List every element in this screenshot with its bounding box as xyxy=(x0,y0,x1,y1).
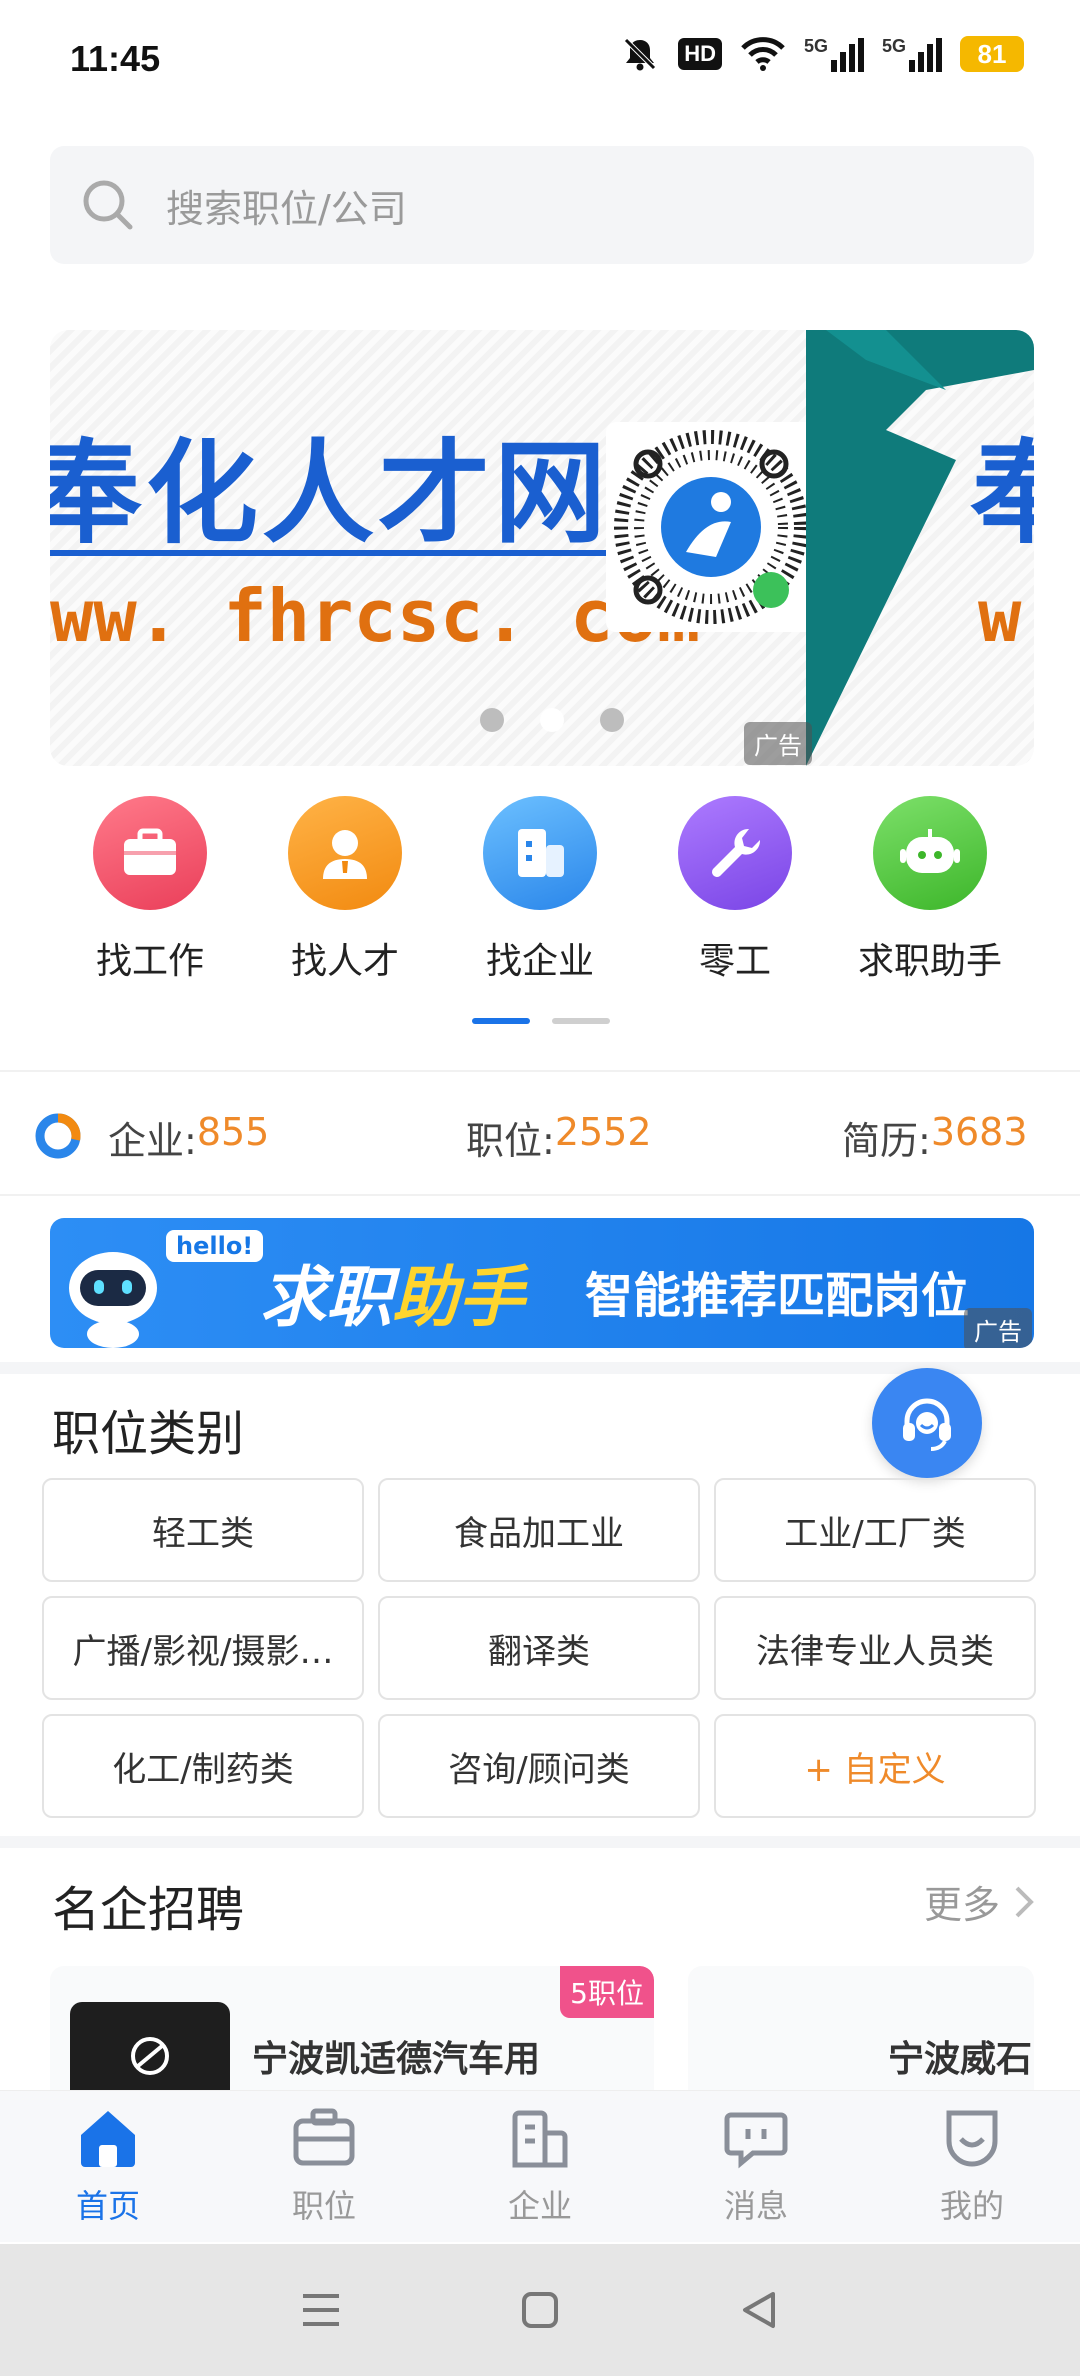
robot-icon xyxy=(900,829,960,873)
quick-nav-label: 找人才 xyxy=(290,941,399,982)
ad-tag: 广告 xyxy=(744,722,812,765)
pager-dot[interactable] xyxy=(540,708,564,732)
donut-chart-icon xyxy=(35,1113,81,1159)
category-item[interactable]: 工业/工厂类 xyxy=(714,1478,1036,1582)
profile-icon xyxy=(946,2110,998,2167)
banner-pager xyxy=(480,708,624,732)
famous-company-title: 名企招聘 xyxy=(52,1882,245,1938)
message-icon xyxy=(724,2112,788,2169)
quick-nav-gig[interactable]: 零工 xyxy=(645,796,825,986)
banner-title-repeat: 奉 xyxy=(970,428,1034,559)
ad-banner[interactable]: 奉化人才网 ww. fhrcsc. com 奉 w 广告 xyxy=(50,330,1034,766)
briefcase-icon xyxy=(124,828,176,875)
category-item[interactable]: 食品加工业 xyxy=(378,1478,700,1582)
job-assistant-banner[interactable]: hello! 求职助手 智能推荐匹配岗位 广告 xyxy=(50,1218,1034,1348)
search-placeholder: 搜索职位/公司 xyxy=(166,186,407,231)
quick-nav-label: 找企业 xyxy=(485,941,594,982)
job-category-grid: 轻工类 食品加工业 工业/工厂类 广播/影视/摄影… 翻译类 法律专业人员类 化… xyxy=(42,1478,1041,1818)
ad-tag: 广告 xyxy=(964,1308,1032,1348)
quick-nav-find-job[interactable]: 找工作 xyxy=(60,796,240,986)
section-divider xyxy=(0,1836,1080,1848)
banner-url: ww. fhrcsc. com xyxy=(50,574,701,658)
brand-logo-icon xyxy=(131,2037,169,2075)
tab-label: 职位 xyxy=(291,2187,356,2225)
job-category-title: 职位类别 xyxy=(52,1406,245,1462)
category-item[interactable]: 翻译类 xyxy=(378,1596,700,1700)
signal-icon-2: 5G xyxy=(882,36,942,72)
tab-label: 企业 xyxy=(507,2187,572,2225)
tab-companies[interactable]: 企业 xyxy=(432,2091,648,2242)
quick-nav-label: 零工 xyxy=(698,941,771,982)
category-item[interactable]: 法律专业人员类 xyxy=(714,1596,1036,1700)
mute-bell-icon xyxy=(624,38,656,71)
chevron-right-icon xyxy=(1015,1886,1034,1917)
custom-category-button[interactable]: + 自定义 xyxy=(714,1714,1036,1818)
tab-home[interactable]: 首页 xyxy=(0,2091,216,2242)
quick-nav-label: 找工作 xyxy=(95,941,204,982)
qr-code xyxy=(606,422,816,632)
menu-icon[interactable] xyxy=(301,2292,341,2328)
wifi-icon xyxy=(741,37,785,71)
status-bar: 11:45 HD 5G 5G 81 xyxy=(0,0,1080,120)
search-bar[interactable]: 搜索职位/公司 xyxy=(50,146,1034,264)
quick-nav-pager-active xyxy=(472,1018,530,1024)
tab-messages[interactable]: 消息 xyxy=(648,2091,864,2242)
signal-icon-1: 5G xyxy=(804,36,864,72)
home-icon xyxy=(81,2111,135,2167)
category-item[interactable]: 咨询/顾问类 xyxy=(378,1714,700,1818)
person-icon xyxy=(323,830,367,879)
quick-nav-find-company[interactable]: 找企业 xyxy=(450,796,630,986)
wrench-icon xyxy=(712,828,761,877)
hello-bubble: hello! xyxy=(166,1230,264,1262)
stat-jobs: 职位: 2552 xyxy=(466,1110,652,1163)
assistant-title: 求职助手 xyxy=(260,1259,524,1336)
quick-nav-assistant[interactable]: 求职助手 xyxy=(840,796,1020,986)
headset-icon xyxy=(903,1398,951,1451)
tab-label: 我的 xyxy=(939,2187,1004,2225)
system-nav-bar xyxy=(0,2244,1080,2376)
quick-nav-find-talent[interactable]: 找人才 xyxy=(255,796,435,986)
quick-nav-pager-inactive xyxy=(552,1018,610,1024)
company-card[interactable]: 宁波威石 xyxy=(688,1966,1034,2106)
customer-service-button[interactable] xyxy=(872,1368,982,1478)
home-square-icon[interactable] xyxy=(521,2291,559,2329)
category-item[interactable]: 广播/影视/摄影… xyxy=(42,1596,364,1700)
company-name: 宁波威石 xyxy=(888,2039,1033,2080)
stats-bar: 企业: 855 职位: 2552 简历: 3683 xyxy=(0,1070,1080,1196)
back-icon[interactable] xyxy=(739,2290,779,2330)
quick-nav: 找工作 找人才 找企业 零工 求职助手 xyxy=(30,796,1050,986)
search-icon xyxy=(83,180,133,230)
category-item[interactable]: 轻工类 xyxy=(42,1478,364,1582)
tab-label: 消息 xyxy=(723,2187,788,2225)
building-icon xyxy=(518,829,564,877)
assistant-subtitle: 智能推荐匹配岗位 xyxy=(585,1268,970,1324)
more-label: 更多 xyxy=(923,1883,1000,1927)
banner-url-repeat: w xyxy=(978,574,1022,658)
tab-jobs[interactable]: 职位 xyxy=(216,2091,432,2242)
tab-profile[interactable]: 我的 xyxy=(864,2091,1080,2242)
job-count-badge: 5职位 xyxy=(560,1966,654,2018)
category-item[interactable]: 化工/制药类 xyxy=(42,1714,364,1818)
more-link[interactable]: 更多 xyxy=(924,1874,1034,1929)
robot-mascot-icon xyxy=(69,1252,157,1348)
pager-dot[interactable] xyxy=(480,708,504,732)
hd-icon: HD xyxy=(678,38,722,70)
tab-label: 首页 xyxy=(75,2187,140,2225)
stat-company: 企业: 855 xyxy=(108,1110,270,1163)
status-time: 11:45 xyxy=(70,38,161,79)
banner-title: 奉化人才网 xyxy=(50,438,610,556)
status-icons: HD 5G 5G 81 xyxy=(620,34,1024,74)
briefcase-tab-icon xyxy=(293,2108,355,2166)
quick-nav-label: 求职助手 xyxy=(857,941,1002,982)
company-name: 宁波凯适德汽车用 xyxy=(252,2039,541,2080)
battery-icon: 81 xyxy=(960,36,1024,72)
company-card[interactable]: 宁波凯适德汽车用 5职位 xyxy=(50,1966,654,2106)
pager-dot[interactable] xyxy=(600,708,624,732)
building-tab-icon xyxy=(512,2110,568,2168)
stat-resumes: 简历: 3683 xyxy=(842,1110,1028,1163)
bottom-tab-bar: 首页 职位 企业 消息 我的 xyxy=(0,2090,1080,2242)
